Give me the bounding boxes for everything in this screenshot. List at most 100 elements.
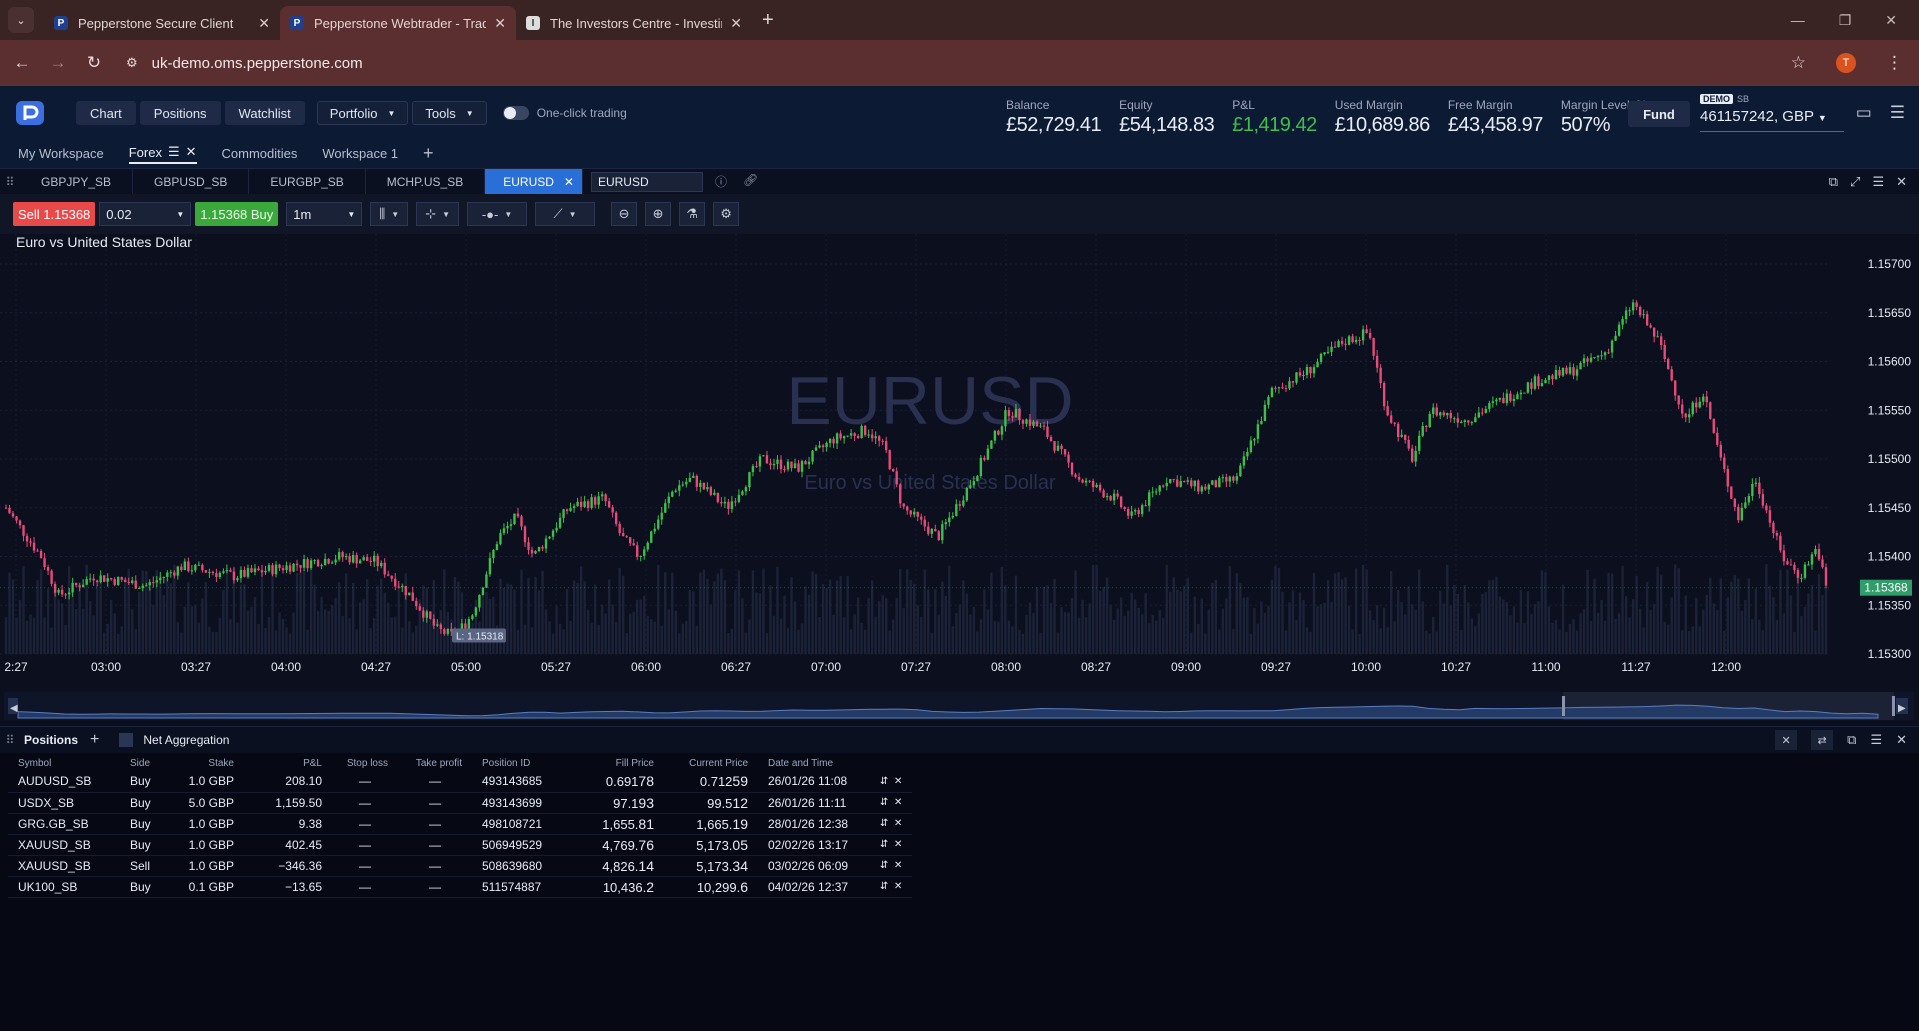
watchlist-button[interactable]: Watchlist (224, 101, 305, 125)
close-position-icon[interactable]: ✕ (894, 839, 902, 850)
quantity-input[interactable]: 0.02 ▼ (99, 202, 192, 226)
workspace-tab[interactable]: My Workspace (18, 146, 104, 163)
table-row[interactable]: AUDUSD_SB Buy 1.0 GBP 208.10— —493143685 0.69… (8, 771, 913, 793)
browser-tab[interactable]: I The Investors Centre - Investing ✕ (516, 6, 752, 40)
drag-handle-icon[interactable]: ⠿ (0, 175, 20, 189)
link-icon[interactable]: 🔗︎ (743, 173, 758, 190)
table-row[interactable]: XAUUSD_SB Buy 1.0 GBP 402.45— —506949529 4,76… (8, 834, 913, 856)
drawing-tools-dropdown[interactable]: ⟋ ▼ (535, 202, 596, 226)
close-panel-icon[interactable]: ✕ (1896, 174, 1907, 190)
reload-icon[interactable]: ↻ (76, 53, 112, 73)
cell-take-profit[interactable]: — (398, 855, 472, 877)
close-tab-icon[interactable]: ✕ (494, 15, 506, 32)
close-icon[interactable]: ✕ (564, 175, 574, 189)
profile-avatar[interactable]: T (1836, 53, 1856, 73)
reverse-position-icon[interactable]: ⇵ (880, 860, 888, 871)
column-header[interactable]: Fill Price (568, 755, 664, 771)
cell-stop-loss[interactable]: — (332, 876, 398, 898)
popout-icon[interactable]: ⧉ (1847, 732, 1856, 748)
table-row[interactable]: USDX_SB Buy 5.0 GBP 1,159.50— —493143699 97.1… (8, 792, 913, 814)
navigator-handle-right[interactable] (1892, 696, 1895, 716)
new-tab-icon[interactable]: + (762, 9, 774, 32)
panel-menu-icon[interactable]: ☰ (1872, 174, 1884, 190)
cell-take-profit[interactable]: — (398, 876, 472, 898)
zoom-in-icon[interactable]: ⊕ (645, 202, 672, 226)
price-chart[interactable]: EURUSD Euro vs United States Dollar 1.15… (0, 234, 1919, 692)
cell-stop-loss[interactable]: — (332, 855, 398, 877)
restore-icon[interactable]: ❐ (1839, 12, 1852, 29)
pepperstone-logo-icon[interactable] (14, 98, 48, 128)
chart-type-dropdown[interactable]: ⫼ ▼ (370, 202, 409, 226)
net-aggregation-checkbox[interactable] (119, 733, 134, 747)
reverse-position-icon[interactable]: ⇵ (880, 776, 888, 787)
timeframe-dropdown[interactable]: 1m ▼ (286, 202, 363, 226)
info-icon[interactable]: ⓘ (715, 173, 727, 190)
symbol-tab[interactable]: MCHP.US_SB (366, 168, 486, 195)
column-header[interactable]: Take profit (398, 755, 472, 771)
forward-icon[interactable]: → (40, 53, 76, 73)
drag-handle-icon[interactable]: ⠿ (0, 733, 20, 747)
tools-dropdown[interactable]: Tools ▼ (412, 101, 487, 125)
cell-take-profit[interactable]: — (398, 792, 472, 814)
cell-take-profit[interactable]: — (398, 813, 472, 835)
site-settings-icon[interactable]: ⚙ (126, 55, 138, 71)
reverse-position-icon[interactable]: ⇵ (880, 818, 888, 829)
cell-take-profit[interactable]: — (398, 834, 472, 856)
menu-icon[interactable]: ☰ (168, 144, 180, 160)
close-position-icon[interactable]: ✕ (894, 881, 902, 892)
one-click-trading-toggle[interactable] (502, 106, 529, 120)
symbol-tab[interactable]: GBPUSD_SB (133, 168, 250, 195)
symbol-tab[interactable]: EURGBP_SB (249, 168, 366, 195)
close-all-icon[interactable]: ✕ (1775, 730, 1798, 750)
layout-icon[interactable]: ▭ (1856, 103, 1872, 123)
column-header[interactable]: Position ID (472, 755, 568, 771)
workspace-tab[interactable]: Commodities (222, 146, 298, 163)
reverse-position-icon[interactable]: ⇵ (880, 797, 888, 808)
panel-menu-icon[interactable]: ☰ (1870, 732, 1882, 748)
symbol-tab-active[interactable]: EURUSD ✕ (485, 168, 583, 195)
table-row[interactable]: GRG.GB_SB Buy 1.0 GBP 9.38— —498108721 1,655.… (8, 813, 913, 835)
flask-icon[interactable]: ⚗ (679, 202, 706, 226)
buy-button[interactable]: 1.15368 Buy (195, 202, 279, 226)
hamburger-menu-icon[interactable]: ☰ (1890, 103, 1905, 123)
table-row[interactable]: XAUUSD_SB Sell 1.0 GBP −346.36— —508639680 4,… (8, 855, 913, 877)
column-header[interactable]: Current Price (664, 755, 758, 771)
tab-search-icon[interactable]: ⌄ (8, 7, 34, 33)
cell-stop-loss[interactable]: — (332, 771, 398, 793)
minimize-icon[interactable]: — (1791, 12, 1805, 28)
fund-button[interactable]: Fund (1628, 101, 1690, 127)
close-position-icon[interactable]: ✕ (894, 797, 902, 808)
close-position-icon[interactable]: ✕ (894, 860, 902, 871)
cell-stop-loss[interactable]: — (332, 792, 398, 814)
reverse-position-icon[interactable]: ⇵ (880, 881, 888, 892)
close-panel-icon[interactable]: ✕ (1896, 732, 1907, 748)
close-position-icon[interactable]: ✕ (894, 776, 902, 787)
crosshair-dropdown[interactable]: -●- ▼ (467, 202, 528, 226)
close-tab-icon[interactable]: ✕ (258, 15, 270, 32)
close-position-icon[interactable]: ✕ (894, 818, 902, 829)
cell-stop-loss[interactable]: — (332, 834, 398, 856)
column-header[interactable]: Stop loss (332, 755, 398, 771)
url-field[interactable]: ⚙ uk-demo.oms.pepperstone.com (126, 55, 363, 72)
browser-tab[interactable]: P Pepperstone Secure Client ✕ (44, 6, 280, 40)
close-tab-icon[interactable]: ✕ (730, 15, 742, 32)
indicators-dropdown[interactable]: ⊹ ▼ (416, 202, 460, 226)
symbol-search-input[interactable]: EURUSD (590, 171, 703, 192)
add-workspace-button[interactable]: + (423, 143, 434, 166)
chart-navigator[interactable]: ◀ ▶ (0, 692, 1919, 722)
gear-icon[interactable]: ⚙ (713, 202, 740, 226)
close-window-icon[interactable]: ✕ (1885, 12, 1897, 29)
workspace-tab-active[interactable]: Forex ☰ ✕ (128, 144, 197, 164)
navigator-handle-left[interactable] (1562, 696, 1565, 716)
back-icon[interactable]: ← (4, 53, 40, 73)
browser-menu-icon[interactable]: ⋮ (1886, 53, 1903, 73)
chart-canvas[interactable]: EURUSD Euro vs United States Dollar 1.15… (0, 234, 1919, 692)
positions-button[interactable]: Positions (139, 101, 221, 125)
add-panel-icon[interactable]: + (90, 731, 99, 749)
browser-tab-active[interactable]: P Pepperstone Webtrader - Trade ✕ (280, 6, 516, 40)
sell-button[interactable]: Sell 1.15368 (13, 202, 96, 226)
column-header[interactable]: Stake (170, 755, 244, 771)
portfolio-dropdown[interactable]: Portfolio ▼ (316, 101, 409, 125)
column-header[interactable]: Date and Time (758, 755, 870, 771)
column-header[interactable]: Side (120, 755, 170, 771)
